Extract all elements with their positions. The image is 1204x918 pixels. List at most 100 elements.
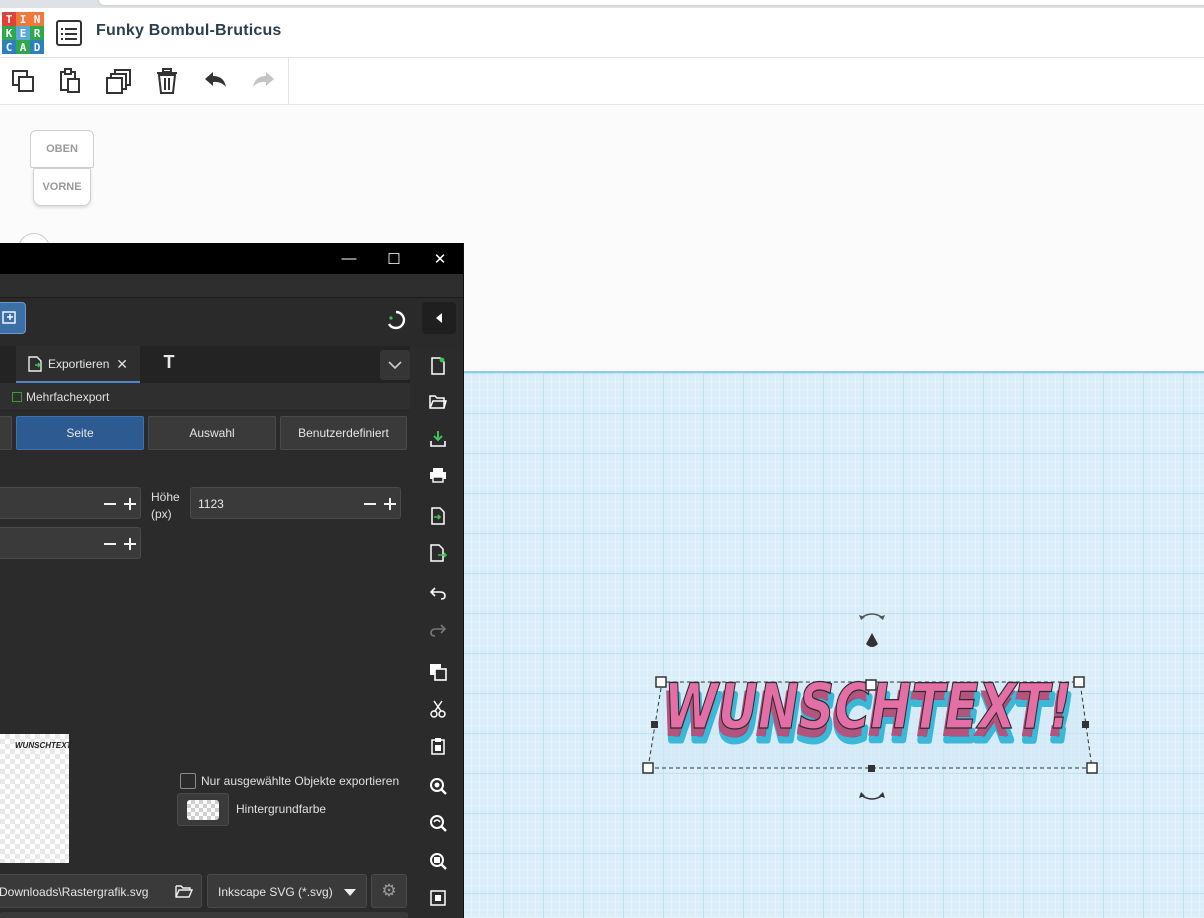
print-button[interactable]: [428, 465, 448, 485]
tinkercad-logo[interactable]: TINKERCAD: [2, 12, 44, 54]
inkscape-window: — ☐ ✕ Exportieren ✕ T Mehrfachexport Sei…: [0, 243, 464, 918]
area-button-page[interactable]: Seite: [16, 416, 144, 450]
background-color-swatch: [187, 800, 219, 820]
scissors-icon: [430, 700, 446, 718]
delete-button[interactable]: [152, 66, 182, 96]
height-decrement[interactable]: [364, 503, 376, 505]
export-preview: WUNSCHTEXT: [0, 734, 72, 863]
maximize-button[interactable]: ☐: [371, 243, 417, 274]
folder-open-icon[interactable]: [175, 884, 193, 898]
undo-button[interactable]: [201, 66, 231, 96]
save-button[interactable]: [428, 429, 448, 449]
rotate-handle-top[interactable]: [859, 613, 885, 620]
design-menu-button[interactable]: [56, 20, 82, 46]
zoom-center-icon: [430, 890, 446, 906]
dpi-decrement[interactable]: [104, 543, 116, 545]
background-color-label: Hintergrundfarbe: [236, 802, 327, 816]
height-label-line2: (px): [151, 507, 172, 521]
tab-close-icon[interactable]: ✕: [116, 356, 128, 373]
snap-icon: [2, 311, 16, 324]
redo-button[interactable]: [248, 66, 278, 96]
paste-button[interactable]: [55, 66, 85, 96]
export-button-side[interactable]: [428, 543, 448, 563]
export-icon: [430, 544, 447, 562]
undo-icon: [430, 587, 446, 600]
snap-toggle-button[interactable]: [0, 302, 26, 334]
clipboard-icon: [431, 738, 445, 755]
copy-icon: [12, 70, 34, 92]
duplicate-button[interactable]: [104, 66, 134, 96]
only-selected-label: Nur ausgewählte Objekte exportieren: [201, 774, 400, 788]
paste-side-button[interactable]: [428, 736, 448, 756]
browser-address-strip: [0, 0, 1204, 8]
height-label-line1: Höhe: [151, 490, 180, 504]
tinkercad-toolbar: [0, 58, 1204, 105]
export-button[interactable]: [0, 912, 408, 918]
dialog-tabbar: Exportieren ✕ T: [0, 346, 410, 383]
new-document-icon: [431, 357, 445, 375]
tabs-dropdown-button[interactable]: [380, 350, 410, 380]
duplicate-side-button[interactable]: [428, 662, 448, 682]
rotate-handle-bottom[interactable]: [859, 792, 885, 800]
preview-text: WUNSCHTEXT: [15, 741, 72, 750]
zoom-center-button[interactable]: [428, 888, 448, 908]
cut-button[interactable]: [428, 699, 448, 719]
address-bar[interactable]: [98, 0, 1204, 6]
folder-icon: [429, 395, 447, 409]
inkscape-command-bar: [0, 298, 463, 346]
filetype-dropdown[interactable]: Inkscape SVG (*.svg): [207, 874, 367, 908]
minimize-button[interactable]: —: [326, 243, 372, 274]
view-cube[interactable]: OBEN VORNE: [28, 128, 96, 210]
screen: TINKERCAD Funky Bombul-Bruticus OBEN VOR…: [0, 0, 1204, 918]
inkscape-titlebar[interactable]: — ☐ ✕: [0, 243, 463, 274]
zoom-selection-button[interactable]: [428, 776, 448, 796]
logo-letter: N: [30, 12, 44, 26]
multi-export-label: Mehrfachexport: [26, 390, 110, 404]
dpi-spinbox[interactable]: [0, 527, 141, 559]
undo-icon: [205, 72, 226, 87]
zoom-drawing-icon: [430, 815, 447, 832]
width-decrement[interactable]: [104, 503, 116, 505]
open-file-button[interactable]: [428, 392, 448, 412]
width-spinbox[interactable]: [0, 487, 141, 519]
area-button-document[interactable]: [0, 416, 12, 450]
height-spinbox[interactable]: 1123: [190, 487, 401, 519]
filetype-value: Inkscape SVG (*.svg): [218, 885, 333, 899]
filename-field[interactable]: Downloads\Rastergrafik.svg: [0, 874, 202, 908]
undo-side-button[interactable]: [428, 583, 448, 603]
redo-side-button[interactable]: [428, 620, 448, 640]
import-button[interactable]: [428, 506, 448, 526]
redo-icon: [430, 624, 446, 637]
logo-letter: E: [16, 26, 30, 40]
tab-export[interactable]: Exportieren ✕: [16, 346, 140, 383]
zoom-page-icon: [430, 853, 447, 870]
plus-icon: [129, 498, 131, 510]
spinner-icon: [387, 310, 406, 330]
copy-button[interactable]: [8, 66, 38, 96]
multi-export-icon: [12, 392, 22, 402]
trash-icon: [157, 68, 177, 94]
zoom-drawing-button[interactable]: [428, 813, 448, 833]
export-settings-button[interactable]: ⚙: [371, 874, 407, 908]
3d-text-model[interactable]: WUNSCHTEXT! WUNSCHTEXT! WUNSCHTEXT!: [640, 600, 1120, 810]
height-handle[interactable]: [866, 633, 878, 647]
view-cube-front[interactable]: VORNE: [33, 168, 91, 206]
area-button-custom[interactable]: Benutzerdefiniert: [280, 416, 407, 450]
only-selected-checkbox[interactable]: [180, 773, 196, 789]
height-label: Höhe (px): [151, 489, 180, 523]
filename-value[interactable]: Downloads\Rastergrafik.svg: [0, 885, 148, 899]
tab-text-icon[interactable]: T: [156, 352, 182, 378]
project-title[interactable]: Funky Bombul-Bruticus: [96, 22, 282, 40]
tab-export-label: Exportieren: [48, 356, 110, 371]
dock-collapse-button[interactable]: [422, 302, 456, 334]
gear-icon: ⚙: [381, 881, 397, 900]
close-button[interactable]: ✕: [417, 243, 463, 274]
multi-export-row[interactable]: Mehrfachexport: [0, 383, 410, 411]
new-document-button[interactable]: [428, 356, 448, 376]
zoom-page-button[interactable]: [428, 851, 448, 871]
height-value[interactable]: 1123: [198, 497, 224, 511]
area-button-selection[interactable]: Auswahl: [148, 416, 276, 450]
plus-icon: [389, 498, 391, 510]
background-color-button[interactable]: [177, 793, 229, 826]
view-cube-top[interactable]: OBEN: [30, 130, 94, 168]
